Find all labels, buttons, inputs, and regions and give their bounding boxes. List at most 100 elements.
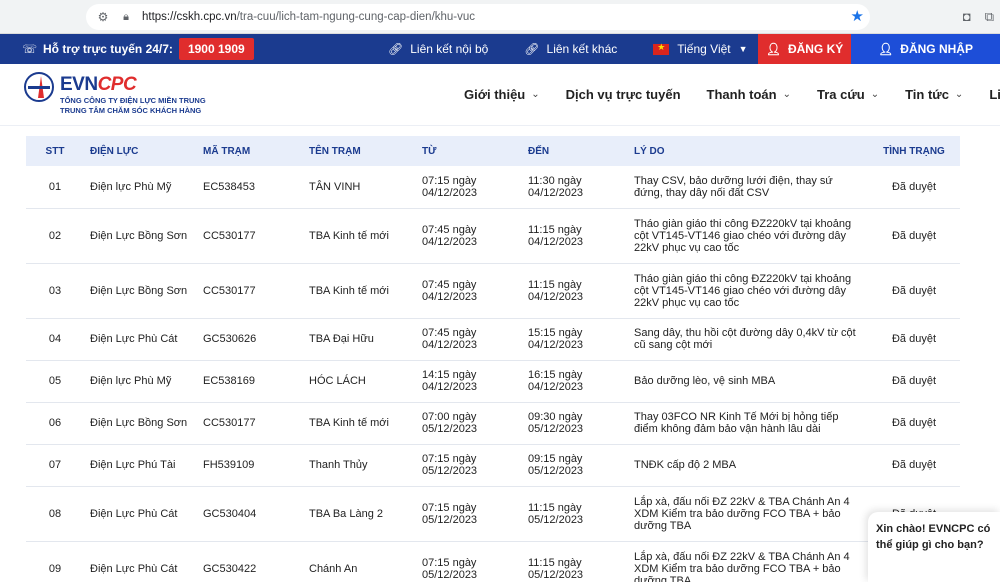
- language-selector[interactable]: Tiếng Việt ▼: [653, 42, 748, 56]
- cell-stt: 01: [26, 166, 84, 209]
- nav-item-thanh-toan[interactable]: Thanh toán ⌄: [707, 87, 791, 102]
- bookmark-star-icon[interactable]: ★: [851, 7, 864, 25]
- user-icon: 👤︎: [765, 42, 781, 56]
- cell-dien-luc: Điện Lực Bồng Sơn: [84, 263, 197, 319]
- cell-tinh-trang: Đã duyệt: [868, 318, 960, 361]
- chat-greeting: Xin chào! EVNCPC có thể giúp gì cho bạn?: [876, 523, 991, 551]
- nav-item-tin-tuc[interactable]: Tin tức ⌄: [905, 87, 963, 102]
- cell-tinh-trang: Đã duyệt: [868, 166, 960, 209]
- hotline-badge[interactable]: 1900 1909: [178, 38, 254, 60]
- login-button[interactable]: 👤︎ ĐĂNG NHẬP: [851, 34, 1000, 64]
- logo-subtitle-1: TỔNG CÔNG TY ĐIỆN LỰC MIỀN TRUNG: [60, 96, 206, 105]
- cell-tu: 07:45 ngày 04/12/2023: [416, 208, 522, 264]
- cell-tu: 07:15 ngày 05/12/2023: [416, 444, 522, 487]
- cell-stt: 08: [26, 486, 84, 542]
- table-row: 02 Điện Lực Bồng Sơn CC530177 TBA Kinh tế m…: [26, 208, 960, 264]
- register-button[interactable]: 👤︎ ĐĂNG KÝ: [758, 34, 851, 64]
- pocket-icon[interactable]: ◘: [963, 9, 971, 25]
- cell-dien-luc: Điện Lực Bồng Sơn: [84, 208, 197, 264]
- browser-toolbar: ⚙ 🔒︎ https://cskh.cpc.vn/tra-cuu/lich-ta…: [0, 0, 1000, 34]
- cell-ma-tram: GC530626: [197, 318, 303, 361]
- cell-ten-tram: TÂN VINH: [303, 166, 416, 209]
- other-links-link[interactable]: 🔗︎ Liên kết khác: [524, 42, 617, 56]
- support-label: Hỗ trợ trực tuyến 24/7:: [43, 42, 173, 56]
- cell-ten-tram: Chánh An: [303, 541, 416, 582]
- col-header-tu: TỪ: [422, 145, 437, 157]
- nav-item-tra-cuu[interactable]: Tra cứu ⌄: [817, 87, 879, 102]
- url-path: /tra-cuu/lich-tam-ngung-cung-cap-dien/kh…: [236, 11, 476, 23]
- cell-ma-tram: GC530422: [197, 541, 303, 582]
- cell-tu: 07:45 ngày 04/12/2023: [416, 318, 522, 361]
- nav-item-lien-he[interactable]: Liên hệ: [989, 87, 1000, 102]
- link-icon: 🔗︎: [524, 42, 540, 56]
- top-bar: ☏ Hỗ trợ trực tuyến 24/7: 1900 1909 🔗︎ L…: [0, 34, 1000, 64]
- table-header-row: STT ĐIỆN LỰC MÃ TRẠM TÊN TRẠM TỪ ĐẾN LÝ …: [26, 136, 960, 166]
- table-row: 01 Điện lực Phù Mỹ EC538453 TÂN VINH 07:15 n…: [26, 166, 960, 209]
- table-row: 05 Điện lực Phù Mỹ EC538169 HÓC LÁCH 14:15 n…: [26, 360, 960, 403]
- cell-tu: 14:15 ngày 04/12/2023: [416, 360, 522, 403]
- main-nav: Giới thiệu ⌄ Dịch vụ trực tuyến Thanh toá…: [464, 64, 1000, 124]
- cell-ma-tram: CC530177: [197, 263, 303, 319]
- register-label: ĐĂNG KÝ: [787, 42, 844, 56]
- table-row: 04 Điện Lực Phù Cát GC530626 TBA Đại Hữu 07:…: [26, 318, 960, 361]
- chat-widget[interactable]: Xin chào! EVNCPC có thể giúp gì cho bạn?: [868, 512, 1000, 582]
- logo-emblem-icon: [24, 72, 54, 102]
- cell-dien-luc: Điện Lực Phù Cát: [84, 318, 197, 361]
- vietnam-flag-icon: [653, 42, 670, 55]
- nav-item-dich-vu[interactable]: Dịch vụ trực tuyến: [566, 87, 681, 102]
- browser-extensions: ◘ ⧉: [963, 9, 994, 25]
- cell-tu: 07:15 ngày 05/12/2023: [416, 541, 522, 582]
- cell-dien-luc: Điện lực Phù Mỹ: [84, 166, 197, 209]
- logo-subtitle-2: TRUNG TÂM CHĂM SÓC KHÁCH HÀNG: [60, 106, 202, 115]
- cell-stt: 06: [26, 402, 84, 445]
- cell-den: 09:30 ngày 05/12/2023: [522, 402, 628, 445]
- cell-ma-tram: FH539109: [197, 444, 303, 487]
- cell-dien-luc: Điện lực Phù Mỹ: [84, 360, 197, 403]
- table-row: 03 Điện Lực Bồng Sơn CC530177 TBA Kinh tế m…: [26, 263, 960, 319]
- nav-item-gioi-thieu[interactable]: Giới thiệu ⌄: [464, 87, 540, 102]
- internal-links-link[interactable]: 🔗︎ Liên kết nội bộ: [388, 42, 488, 56]
- table-row: 06 Điện Lực Bồng Sơn CC530177 TBA Kinh tế m…: [26, 402, 960, 445]
- chevron-down-icon: ⌄: [870, 88, 880, 100]
- chevron-down-icon: ⌄: [782, 88, 791, 100]
- cell-dien-luc: Điện Lực Phù Cát: [84, 486, 197, 542]
- cell-tu: 07:15 ngày 05/12/2023: [416, 486, 522, 542]
- cell-ma-tram: GC530404: [197, 486, 303, 542]
- col-header-den: ĐẾN: [528, 145, 550, 157]
- cell-ly-do: Thay CSV, bảo dưỡng lưới điện, thay sứ đ…: [628, 166, 868, 209]
- user-icon: 👤︎: [878, 42, 894, 56]
- url-host: https://cskh.cpc.vn: [142, 11, 237, 23]
- evncpc-logo[interactable]: EVNCPC TỔNG CÔNG TY ĐIỆN LỰC MIỀN TRUNG …: [24, 70, 206, 116]
- col-header-dien-luc: ĐIỆN LỰC: [90, 145, 139, 157]
- extensions-icon[interactable]: ⧉: [985, 9, 994, 25]
- language-label: Tiếng Việt: [677, 42, 731, 56]
- cell-dien-luc: Điện Lực Bồng Sơn: [84, 402, 197, 445]
- url-text[interactable]: https://cskh.cpc.vn/tra-cuu/lich-tam-ngu…: [142, 11, 475, 23]
- phone-icon: ☏: [22, 42, 38, 56]
- cell-tinh-trang: Đã duyệt: [868, 444, 960, 487]
- table-row: 07 Điện Lực Phú Tài FH539109 Thanh Thủy 07:1…: [26, 444, 960, 487]
- cell-tu: 07:15 ngày 04/12/2023: [416, 166, 522, 209]
- table-row: 08 Điện Lực Phù Cát GC530404 TBA Ba Làng 20…: [26, 486, 960, 542]
- cell-ly-do: Thay 03FCO NR Kinh Tế Mới bị hỏng tiếp đ…: [628, 402, 868, 445]
- cell-ly-do: Lắp xà, đấu nối ĐZ 22kV & TBA Chánh An 4…: [628, 541, 868, 582]
- cell-ten-tram: TBA Kinh tế mới: [303, 263, 416, 319]
- top-links: 🔗︎ Liên kết nội bộ 🔗︎ Liên kết khác Tiến…: [388, 34, 784, 64]
- cell-den: 15:15 ngày 04/12/2023: [522, 318, 628, 361]
- col-header-tinh-trang: TÌNH TRẠNG: [883, 145, 945, 157]
- chevron-down-icon: ⌄: [531, 88, 540, 100]
- cell-tinh-trang: Đã duyệt: [868, 402, 960, 445]
- site-header: EVNCPC TỔNG CÔNG TY ĐIỆN LỰC MIỀN TRUNG …: [0, 64, 1000, 126]
- cell-stt: 03: [26, 263, 84, 319]
- col-header-stt: STT: [45, 145, 65, 157]
- col-header-ten-tram: TÊN TRẠM: [309, 145, 361, 157]
- cell-ly-do: TNĐK cấp độ 2 MBA: [628, 444, 868, 487]
- cell-stt: 07: [26, 444, 84, 487]
- lock-icon: 🔒︎: [123, 10, 129, 23]
- chevron-down-icon: ▼: [738, 44, 748, 54]
- cell-ly-do: Tháo giàn giáo thi công ĐZ220kV tại khoả…: [628, 208, 868, 264]
- address-bar[interactable]: ⚙ 🔒︎ https://cskh.cpc.vn/tra-cuu/lich-ta…: [86, 4, 870, 30]
- cell-ten-tram: TBA Đại Hữu: [303, 318, 416, 361]
- cell-den: 11:15 ngày 05/12/2023: [522, 486, 628, 542]
- site-settings-icon[interactable]: ⚙: [94, 10, 112, 24]
